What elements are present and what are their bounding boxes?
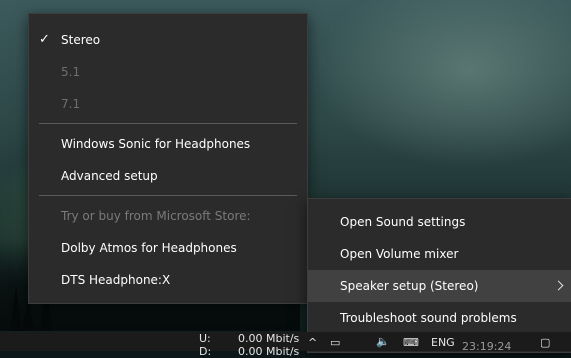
clock[interactable]: 23:19:24 (462, 340, 511, 353)
speaker-setup-submenu: ✓ Stereo 5.1 7.1 Windows Sonic for Headp… (28, 13, 308, 304)
keyboard-icon[interactable]: ⌨ (403, 336, 419, 349)
net-upload-value: 0.00 Mbit/s (238, 332, 300, 345)
menu-item-dolby-atmos[interactable]: Dolby Atmos for Headphones (29, 232, 307, 264)
menu-item-label: Stereo (61, 33, 101, 47)
net-upload-label: U: (199, 332, 211, 345)
tray-chevron-up-icon[interactable]: ^ (308, 336, 317, 349)
menu-item-label: Windows Sonic for Headphones (61, 137, 251, 151)
menu-item-label: Open Volume mixer (340, 247, 459, 261)
menu-item-dts-headphone[interactable]: DTS Headphone:X (29, 264, 307, 296)
check-icon: ✓ (39, 32, 50, 47)
menu-item-windows-sonic[interactable]: Windows Sonic for Headphones (29, 128, 307, 160)
menu-item-7-1: 7.1 (29, 88, 307, 120)
menu-item-speaker-setup[interactable]: Speaker setup (Stereo) (308, 270, 571, 302)
net-download-value: 0.00 Mbit/s (238, 345, 300, 358)
menu-item-label: 7.1 (61, 97, 81, 111)
net-download-label: D: (199, 345, 212, 358)
speaker-icon[interactable]: 🔈 (376, 335, 390, 348)
language-indicator[interactable]: ENG (431, 336, 455, 349)
menu-item-label: Troubleshoot sound problems (340, 311, 517, 325)
menu-item-label: Dolby Atmos for Headphones (61, 241, 237, 255)
menu-item-label: Try or buy from Microsoft Store: (61, 209, 251, 223)
chevron-right-icon (553, 280, 564, 291)
menu-item-label: Open Sound settings (340, 215, 466, 229)
menu-item-label: 5.1 (61, 65, 81, 79)
sound-context-menu: Open Sound settings Open Volume mixer Sp… (307, 198, 571, 353)
menu-item-open-volume-mixer[interactable]: Open Volume mixer (308, 238, 571, 270)
menu-caption-store: Try or buy from Microsoft Store: (29, 200, 307, 232)
menu-item-stereo[interactable]: ✓ Stereo (29, 24, 307, 56)
menu-item-open-sound-settings[interactable]: Open Sound settings (308, 206, 571, 238)
tree (10, 285, 22, 331)
menu-item-5-1: 5.1 (29, 56, 307, 88)
menu-item-label: Speaker setup (Stereo) (340, 279, 479, 293)
taskbar: U: 0.00 Mbit/s D: 0.00 Mbit/s ^ ▭ 🔈 ⌨ EN… (0, 332, 571, 358)
menu-item-advanced-setup[interactable]: Advanced setup (29, 160, 307, 192)
menu-item-troubleshoot-sound[interactable]: Troubleshoot sound problems (308, 302, 571, 334)
network-icon[interactable]: ▭ (330, 336, 340, 349)
menu-separator (39, 195, 297, 196)
notification-icon[interactable]: ▢ (540, 336, 550, 349)
menu-item-label: DTS Headphone:X (61, 273, 171, 287)
menu-separator (39, 123, 297, 124)
menu-item-label: Advanced setup (61, 169, 158, 183)
